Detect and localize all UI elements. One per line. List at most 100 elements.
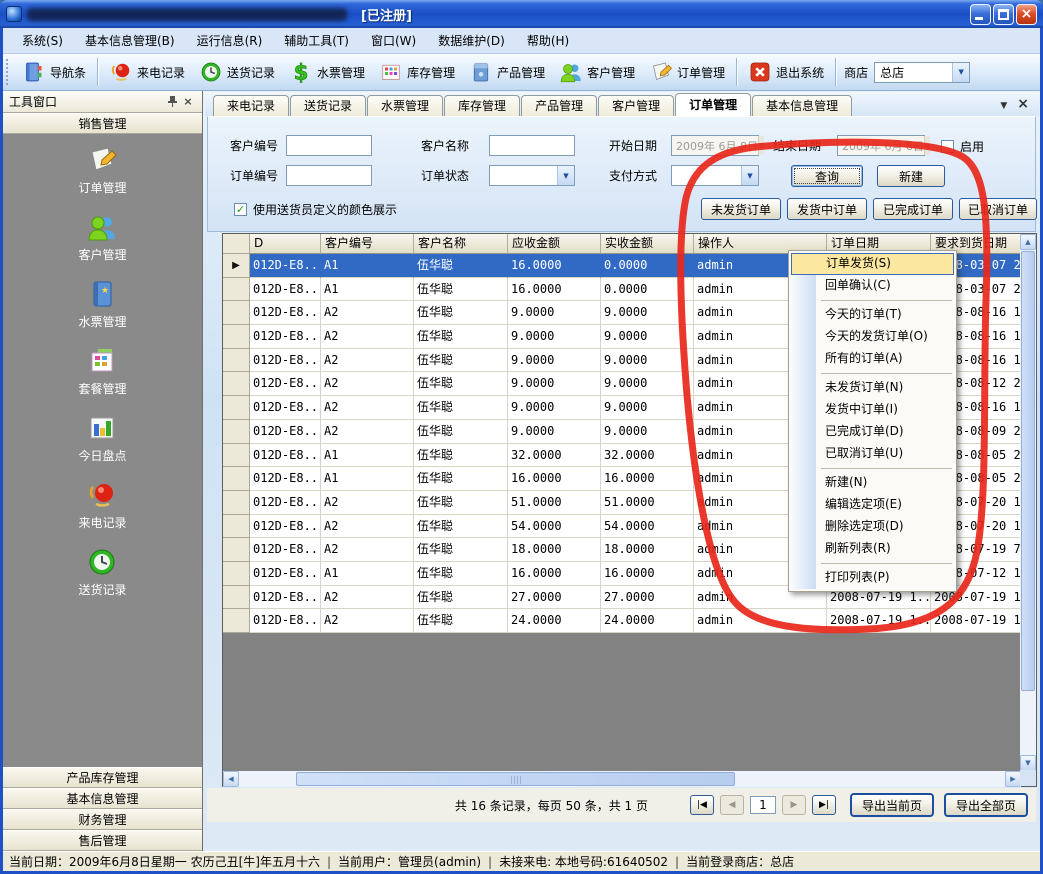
context-menu-item-17[interactable]: 打印列表(P) xyxy=(791,567,954,589)
toolbar-button-incoming-call[interactable]: 来电记录 xyxy=(102,56,192,88)
tab-4[interactable]: 产品管理 xyxy=(521,95,597,116)
chevron-down-icon[interactable]: ▼ xyxy=(924,136,930,155)
horizontal-scrollbar-thumb[interactable] xyxy=(296,772,735,786)
context-menu-item-14[interactable]: 删除选定项(D) xyxy=(791,516,954,538)
menubar-item-6[interactable]: 帮助(H) xyxy=(516,29,580,53)
menubar-item-5[interactable]: 数据维护(D) xyxy=(427,29,516,53)
checkbox-unchecked-icon[interactable] xyxy=(941,140,954,153)
maximize-button[interactable] xyxy=(993,4,1014,25)
grid-column-header-id[interactable]: D xyxy=(250,234,321,254)
customer-name-input[interactable] xyxy=(489,135,575,156)
chevron-down-icon[interactable]: ▼ xyxy=(758,136,764,155)
vertical-scrollbar[interactable]: ▲ ▼ xyxy=(1020,234,1036,771)
enable-date-filter[interactable]: 启用 xyxy=(941,135,984,157)
sidebar-section-2[interactable]: 财务管理 xyxy=(3,809,202,830)
sidebar-item-1[interactable]: 客户管理 xyxy=(78,211,126,263)
menubar-item-3[interactable]: 辅助工具(T) xyxy=(273,29,360,53)
end-date-picker[interactable]: 2009年 6月 8日▼ xyxy=(837,135,925,156)
tab-close-icon[interactable] xyxy=(1017,96,1029,112)
context-menu-item-3[interactable]: 今天的订单(T) xyxy=(791,304,954,326)
sidebar-item-2[interactable]: ★水票管理 xyxy=(78,278,126,330)
order-no-input[interactable] xyxy=(286,165,372,186)
new-button[interactable]: 新建 xyxy=(877,165,945,187)
context-menu-item-15[interactable]: 刷新列表(R) xyxy=(791,538,954,560)
context-menu-item-4[interactable]: 今天的发货订单(O) xyxy=(791,326,954,348)
tab-3[interactable]: 库存管理 xyxy=(444,95,520,116)
table-row-15[interactable]: 012D-E8...A2伍华聪24.000024.0000admin2008-0… xyxy=(223,609,1021,633)
tab-7[interactable]: 基本信息管理 xyxy=(752,95,852,116)
checkbox-checked-icon[interactable]: ✓ xyxy=(234,203,247,216)
chevron-down-icon[interactable]: ▼ xyxy=(952,63,969,82)
sidebar-section-1[interactable]: 基本信息管理 xyxy=(3,788,202,809)
context-menu-item-1[interactable]: 回单确认(C) xyxy=(791,275,954,297)
toolbar-button-inventory[interactable]: 库存管理 xyxy=(372,56,462,88)
customer-no-input[interactable] xyxy=(286,135,372,156)
store-combobox[interactable]: 总店 ▼ xyxy=(874,62,970,83)
scroll-up-icon[interactable]: ▲ xyxy=(1020,234,1036,250)
grid-column-header-customer_name[interactable]: 客户名称 xyxy=(414,234,508,254)
context-menu-item-0[interactable]: 订单发货(S) xyxy=(791,253,954,275)
status-filter-button-1[interactable]: 发货中订单 xyxy=(787,198,867,220)
status-filter-button-0[interactable]: 未发货订单 xyxy=(701,198,781,220)
sidebar-item-3[interactable]: 套餐管理 xyxy=(78,345,126,397)
grid-column-header-customer_no[interactable]: 客户编号 xyxy=(321,234,414,254)
scroll-down-icon[interactable]: ▼ xyxy=(1020,755,1036,771)
status-filter-button-3[interactable]: 已取消订单 xyxy=(959,198,1037,220)
sidebar-item-5[interactable]: 来电记录 xyxy=(78,479,126,531)
status-filter-button-2[interactable]: 已完成订单 xyxy=(873,198,953,220)
sidebar-item-4[interactable]: 今日盘点 xyxy=(78,412,126,464)
chevron-down-icon[interactable]: ▼ xyxy=(741,166,758,185)
context-menu-item-7[interactable]: 未发货订单(N) xyxy=(791,377,954,399)
color-display-option[interactable]: ✓ 使用送货员定义的颜色展示 xyxy=(234,198,397,220)
context-menu-item-13[interactable]: 编辑选定项(E) xyxy=(791,494,954,516)
context-menu-item-8[interactable]: 发货中订单(I) xyxy=(791,399,954,421)
minimize-button[interactable] xyxy=(970,4,991,25)
export-all-pages-button[interactable]: 导出全部页 xyxy=(944,793,1028,817)
sidebar-section-0[interactable]: 产品库存管理 xyxy=(3,767,202,788)
tab-2[interactable]: 水票管理 xyxy=(367,95,443,116)
pay-method-combobox[interactable]: ▼ xyxy=(671,165,759,186)
tab-1[interactable]: 送货记录 xyxy=(290,95,366,116)
first-page-button[interactable]: |◀ xyxy=(690,795,714,815)
sidebar-item-6[interactable]: 送货记录 xyxy=(78,546,126,598)
tab-list-chevron-icon[interactable] xyxy=(1000,97,1007,111)
scroll-right-icon[interactable]: ▶ xyxy=(1005,771,1021,787)
toolbar-button-product[interactable]: 产品管理 xyxy=(462,56,552,88)
grid-column-header-received[interactable]: 实收金额 xyxy=(601,234,694,254)
start-date-picker[interactable]: 2009年 6月 8日▼ xyxy=(671,135,759,156)
order-status-combobox[interactable]: ▼ xyxy=(489,165,575,186)
vertical-scrollbar-thumb[interactable] xyxy=(1021,251,1035,691)
close-tool-window-icon[interactable]: × xyxy=(180,94,196,109)
toolbar-grip[interactable] xyxy=(6,59,11,85)
toolbar-button-delivery-clock[interactable]: 送货记录 xyxy=(192,56,282,88)
toolbar-button-customer[interactable]: 客户管理 xyxy=(552,56,642,88)
export-current-page-button[interactable]: 导出当前页 xyxy=(850,793,934,817)
scroll-left-icon[interactable]: ◀ xyxy=(223,771,239,787)
page-number-input[interactable]: 1 xyxy=(750,796,776,814)
toolbar-button-water-ticket[interactable]: $水票管理 xyxy=(282,56,372,88)
horizontal-scrollbar[interactable]: ◀ ▶ xyxy=(223,771,1021,787)
toolbar-button-order[interactable]: 订单管理 xyxy=(642,56,732,88)
sidebar-item-0[interactable]: 订单管理 xyxy=(78,144,126,196)
context-menu-item-12[interactable]: 新建(N) xyxy=(791,472,954,494)
toolbar-button-exit[interactable]: 退出系统 xyxy=(741,56,831,88)
query-button[interactable]: 查询 xyxy=(791,165,863,187)
context-menu-item-9[interactable]: 已完成订单(D) xyxy=(791,421,954,443)
menubar-item-0[interactable]: 系统(S) xyxy=(11,29,74,53)
close-button[interactable]: × xyxy=(1016,4,1037,25)
pin-icon[interactable] xyxy=(164,94,180,109)
context-menu-item-10[interactable]: 已取消订单(U) xyxy=(791,443,954,465)
sidebar-section-sales[interactable]: 销售管理 xyxy=(3,113,202,134)
prev-page-button[interactable]: ◀ xyxy=(720,795,744,815)
last-page-button[interactable]: ▶| xyxy=(812,795,836,815)
tab-0[interactable]: 来电记录 xyxy=(213,95,289,116)
menubar-item-1[interactable]: 基本信息管理(B) xyxy=(74,29,186,53)
chevron-down-icon[interactable]: ▼ xyxy=(557,166,574,185)
tab-5[interactable]: 客户管理 xyxy=(598,95,674,116)
sidebar-section-3[interactable]: 售后管理 xyxy=(3,830,202,851)
tab-6-active[interactable]: 订单管理 xyxy=(675,93,751,116)
menubar-item-4[interactable]: 窗口(W) xyxy=(360,29,427,53)
next-page-button[interactable]: ▶ xyxy=(782,795,806,815)
toolbar-button-navigator[interactable]: 导航条 xyxy=(15,56,93,88)
grid-column-header-receivable[interactable]: 应收金额 xyxy=(508,234,601,254)
